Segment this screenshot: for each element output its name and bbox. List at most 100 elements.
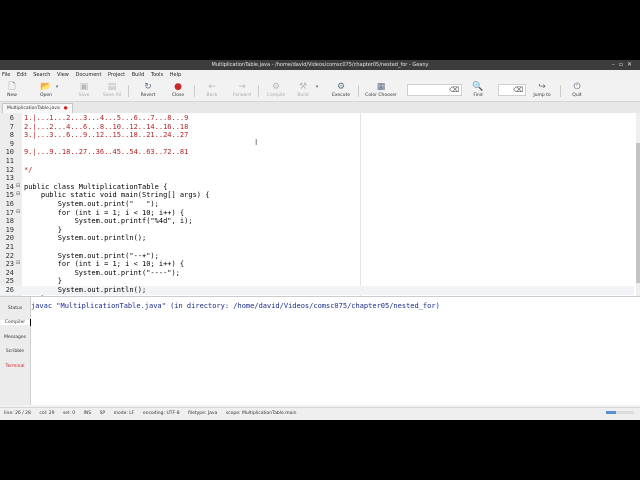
line-number: 16 [5,200,14,208]
line-number: 15 [5,191,14,200]
code-line[interactable]: System.out.print(" "); [24,200,159,208]
close-button[interactable]: ● Close [166,81,190,98]
save-all-icon: ▤ [107,82,117,92]
tab-messages[interactable]: Messages [0,335,30,340]
open-dropdown[interactable]: ▾ [53,81,61,93]
line-number: 11 [5,157,14,165]
menu-edit[interactable]: Edit [17,72,27,78]
tab-compiler[interactable]: Compiler [0,320,30,325]
compile-button[interactable]: ⚙ Compile [264,81,288,98]
status-sp: SP [99,411,106,416]
long-line-marker [360,113,361,298]
arrow-left-icon: ← [208,82,216,92]
line-number: 12 [5,165,14,174]
menu-build[interactable]: Build [132,72,145,78]
code-line[interactable]: } [24,226,62,234]
save-button[interactable]: ▣ Save [72,81,96,98]
code-line[interactable]: for (int i = 1; i < 10; i++) { [24,260,184,268]
menu-project[interactable]: Project [108,72,125,78]
fold-marker-icon[interactable]: ⊟ [16,183,20,189]
code-line[interactable]: 9.|...9..18..27..36..45..54..63..72..81 [24,148,188,156]
line-number: 20 [5,234,14,243]
status-bar: line: 26 / 28 col: 29 sel: 0 INS SP mode… [0,407,640,419]
menu-search[interactable]: Search [33,72,50,78]
compile-icon: ⚙ [271,82,281,92]
menu-document[interactable]: Document [76,72,102,78]
code-line[interactable]: for (int i = 1; i < 10; i++) { [24,209,184,217]
back-button[interactable]: ← Back [200,81,224,98]
clear-icon[interactable]: ⌫ [449,86,459,94]
status-progress [606,411,634,414]
status-filetype: filetype: Java [188,411,218,416]
color-chooser-icon: ▦ [376,82,386,92]
status-progress-fill [606,411,616,414]
status-ins: INS [83,411,92,416]
tab-multiplicationtable[interactable]: MultiplicationTable.java ● [2,103,73,113]
build-button[interactable]: ⚒ Build [291,81,315,98]
line-number: 8 [9,131,14,140]
new-button[interactable]: 🗋 New [0,81,24,98]
fold-marker-icon[interactable]: ⊟ [16,191,20,197]
toolbar-separator [128,85,129,97]
menu-bar: File Edit Search View Document Project B… [0,70,640,80]
revert-button[interactable]: ↻ Revert [136,81,160,98]
line-number: 21 [5,243,14,251]
build-icon: ⚒ [298,82,308,92]
code-line[interactable]: System.out.print("----"); [24,269,180,277]
toolbar-separator [358,85,359,97]
menu-view[interactable]: View [57,72,69,78]
tab-scribble[interactable]: Scribble [0,349,30,354]
editor-scrollbar[interactable] [636,113,640,298]
forward-button[interactable]: → Forward [230,81,254,98]
code-editor[interactable]: 6 1.|...1...2...3...4...5...6...7...8...9… [0,113,640,298]
toolbar: 🗋 New 📂 Open ▾ ▣ Save ▤ Save All ↻ Revert ● Cl… [0,80,640,102]
jump-to-field[interactable]: ⌫ [498,84,526,96]
code-line[interactable]: public static void main(String[] args) { [24,191,210,199]
code-line[interactable]: } [24,277,62,285]
status-col: col: 29 [39,411,55,416]
code-line[interactable]: System.out.println(); [24,234,147,242]
line-number: 10 [5,148,14,157]
save-all-button[interactable]: ▤ Save All [100,81,124,98]
text-caret [30,319,31,326]
code-line[interactable]: 2.|...2...4...6...8..10..12..14..16..18 [24,123,188,131]
close-tab-icon[interactable]: ● [64,106,68,111]
jump-icon: ↪ [538,82,546,92]
tab-terminal[interactable]: Terminal [0,364,30,369]
code-line[interactable]: System.out.print("--+"); [24,252,159,260]
build-dropdown[interactable]: ▾ [313,81,321,93]
clear-icon[interactable]: ⌫ [513,86,523,94]
code-line[interactable]: System.out.println(); [24,286,147,294]
search-icon: 🔍 [472,82,484,92]
toolbar-separator [560,85,561,97]
line-number: 26 [5,286,14,294]
jump-to-button[interactable]: ↪ Jump to [530,81,554,98]
code-line[interactable]: 3.|...3...6...9..12..15..18..21..24..27 [24,131,188,139]
save-icon: ▣ [79,82,89,92]
execute-button[interactable]: ⚙ Execute [329,81,353,98]
menu-tools[interactable]: Tools [151,72,163,78]
quit-button[interactable]: ⏻ Quit [565,81,589,98]
fold-marker-icon[interactable]: ⊟ [16,260,20,266]
message-window: Status Compiler Messages Scribble Termin… [0,296,640,405]
title-bar: MultiplicationTable.java - /home/david/V… [0,60,640,70]
fold-marker-icon[interactable]: ⊟ [16,209,20,215]
search-field[interactable]: ⌫ [407,84,462,96]
status-sel: sel: 0 [62,411,76,416]
scrollbar-thumb[interactable] [636,143,640,283]
code-line[interactable]: */ [24,166,32,174]
line-number: 19 [5,225,14,234]
find-button[interactable]: 🔍 Find [466,81,490,98]
menu-file[interactable]: File [2,72,10,78]
color-chooser-button[interactable]: ▦ Color Chooser [363,81,399,98]
code-line[interactable]: public class MultiplicationTable { [24,183,167,191]
status-encoding: encoding: UTF-8 [142,411,180,416]
tab-status[interactable]: Status [0,306,30,311]
window-controls[interactable]: –▫✕ [612,60,636,70]
code-line[interactable]: 1.|...1...2...3...4...5...6...7...8...9 [24,114,188,122]
line-number: 13 [5,174,14,183]
line-number: 22 [5,251,14,260]
line-number: 23 [5,260,14,269]
code-line[interactable]: System.out.printf("%4d", i); [24,217,193,225]
menu-help[interactable]: Help [170,72,181,78]
